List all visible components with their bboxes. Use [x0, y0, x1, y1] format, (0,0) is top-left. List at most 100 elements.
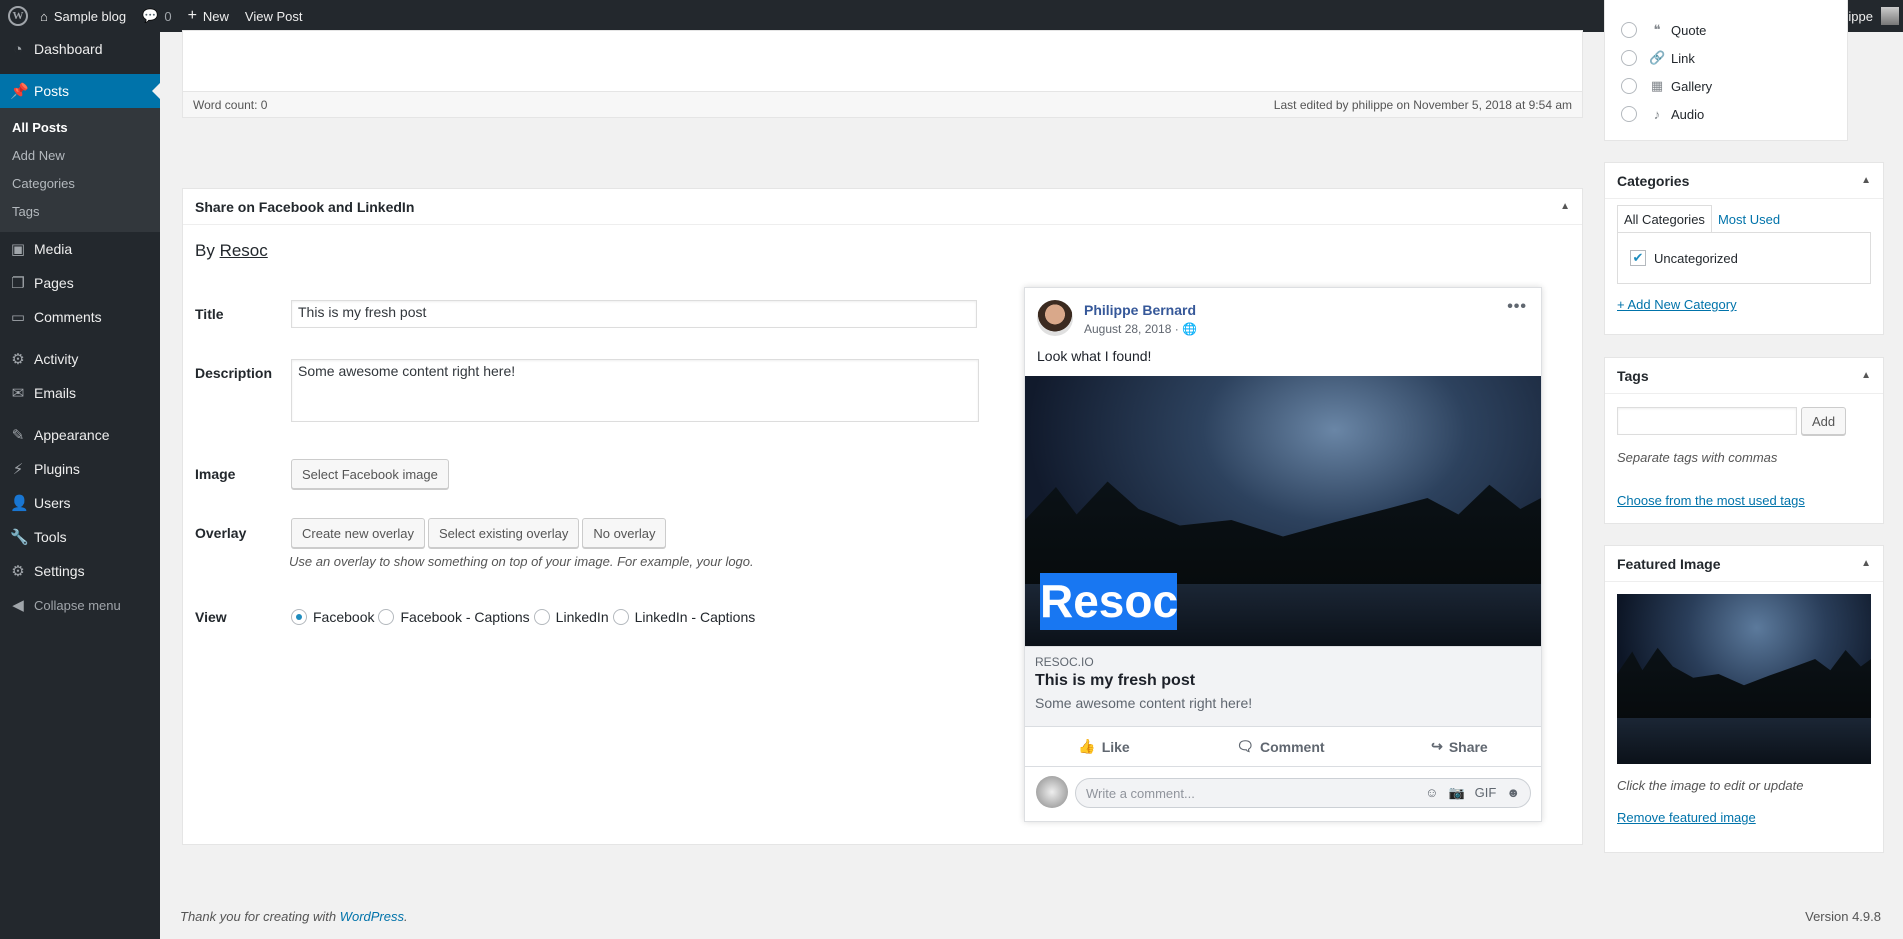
- menu-emails[interactable]: ✉ Emails: [0, 376, 160, 410]
- menu-activity[interactable]: ⚙ Activity: [0, 342, 160, 376]
- tags-input[interactable]: [1617, 407, 1797, 435]
- link-description: Some awesome content right here!: [1035, 695, 1253, 711]
- new-content-link[interactable]: + New: [180, 0, 237, 32]
- word-count: Word count: 0: [193, 97, 268, 112]
- format-quote[interactable]: ❝ Quote: [1621, 22, 1706, 38]
- comment-input[interactable]: Write a comment... ☺ 📷 GIF ☻: [1075, 778, 1531, 808]
- audio-icon: ♪: [1653, 106, 1661, 122]
- uncategorized-checkbox[interactable]: ✔: [1630, 250, 1646, 266]
- add-new-category-link[interactable]: + Add New Category: [1617, 297, 1737, 312]
- resoc-link[interactable]: Resoc: [220, 241, 268, 260]
- format-link[interactable]: 🔗 Link: [1621, 50, 1695, 66]
- format-radio-link[interactable]: [1621, 50, 1637, 66]
- choose-tags-link[interactable]: Choose from the most used tags: [1617, 493, 1805, 508]
- submenu-tags[interactable]: Tags: [0, 198, 160, 226]
- user-avatar[interactable]: [1881, 7, 1899, 25]
- activity-icon: ⚙: [11, 351, 25, 368]
- menu-dashboard[interactable]: ◔ Dashboard: [0, 32, 160, 66]
- select-facebook-image-button[interactable]: Select Facebook image: [291, 459, 449, 489]
- comment-button[interactable]: 🗨 Comment: [1236, 738, 1324, 755]
- view-radio-linkedin[interactable]: [533, 609, 550, 625]
- submenu-add-new[interactable]: Add New: [0, 142, 160, 170]
- collapse-menu-button[interactable]: ◀ Collapse menu: [0, 588, 160, 622]
- featured-image-box: Featured Image ▲ Click the image to edit …: [1604, 545, 1884, 853]
- format-radio-quote[interactable]: [1621, 22, 1637, 38]
- tags-hint: Separate tags with commas: [1617, 450, 1778, 465]
- settings-icon: ⚙: [11, 563, 25, 580]
- format-radio-gallery[interactable]: [1621, 78, 1637, 94]
- title-row: Title This is my fresh post: [195, 300, 977, 328]
- share-metabox-header[interactable]: Share on Facebook and LinkedIn ▲: [183, 189, 1582, 225]
- quote-icon: ❝: [1653, 22, 1661, 37]
- format-audio[interactable]: ♪ Audio: [1621, 106, 1704, 122]
- view-radio-facebook-captions[interactable]: [378, 609, 395, 625]
- collapse-toggle-icon[interactable]: ▲: [1861, 175, 1871, 186]
- camera-icon[interactable]: 📷: [1448, 785, 1464, 801]
- media-icon: ▣: [10, 241, 26, 258]
- editor-status-bar: Word count: 0 Last edited by philippe on…: [183, 91, 1582, 117]
- view-radio-facebook[interactable]: [291, 609, 307, 625]
- submenu-all-posts[interactable]: All Posts: [0, 114, 160, 142]
- submenu-categories[interactable]: Categories: [0, 170, 160, 198]
- thumbs-up-icon: 👍: [1078, 738, 1096, 754]
- format-gallery[interactable]: ▦ Gallery: [1621, 78, 1712, 94]
- select-existing-overlay-button[interactable]: Select existing overlay: [428, 518, 580, 548]
- featured-image-thumbnail[interactable]: [1617, 594, 1871, 764]
- pages-icon: ❐: [11, 275, 25, 292]
- image-row: Image Select Facebook image: [195, 459, 452, 489]
- format-radio-audio[interactable]: [1621, 106, 1637, 122]
- link-site: RESOC.IO: [1035, 655, 1094, 669]
- menu-posts[interactable]: 📌 Posts: [0, 74, 160, 108]
- menu-appearance[interactable]: ✎ Appearance: [0, 418, 160, 452]
- collapse-toggle-icon[interactable]: ▲: [1560, 201, 1570, 212]
- link-preview[interactable]: RESOC.IO This is my fresh post Some awes…: [1025, 646, 1541, 726]
- tab-all-categories[interactable]: All Categories: [1617, 205, 1712, 233]
- menu-pages[interactable]: ❐ Pages: [0, 266, 160, 300]
- paintbrush-icon: ✎: [11, 427, 25, 444]
- remove-featured-image-link[interactable]: Remove featured image: [1617, 810, 1756, 825]
- title-input[interactable]: This is my fresh post: [291, 300, 977, 328]
- collapse-arrow-icon: ◀: [12, 597, 24, 614]
- menu-media[interactable]: ▣ Media: [0, 232, 160, 266]
- collapse-toggle-icon[interactable]: ▲: [1861, 370, 1871, 381]
- comments-icon: ▭: [10, 309, 26, 326]
- post-actions: 👍 Like 🗨 Comment ↪ Share: [1025, 726, 1541, 767]
- post-message: Look what I found!: [1037, 348, 1152, 364]
- no-overlay-button[interactable]: No overlay: [582, 518, 667, 548]
- view-post-link[interactable]: View Post: [237, 0, 311, 32]
- comments-link[interactable]: 💬 0: [134, 0, 179, 32]
- menu-comments[interactable]: ▭ Comments: [0, 300, 160, 334]
- tab-most-used[interactable]: Most Used: [1712, 205, 1786, 233]
- sticker-icon[interactable]: ☻: [1506, 785, 1520, 801]
- wordpress-logo-icon[interactable]: W: [8, 6, 28, 26]
- comment-bubble-icon: 💬: [142, 8, 159, 23]
- forest-silhouette: [1025, 481, 1541, 586]
- view-radio-linkedin-captions[interactable]: [612, 609, 629, 625]
- categories-header[interactable]: Categories ▲: [1605, 163, 1883, 199]
- forest-silhouette: [1617, 647, 1871, 719]
- commenter-avatar: [1036, 776, 1068, 808]
- site-name-link[interactable]: ⌂ Sample blog: [32, 0, 134, 32]
- emoji-icon[interactable]: ☺: [1425, 785, 1438, 801]
- collapse-toggle-icon[interactable]: ▲: [1861, 558, 1871, 569]
- view-row: View Facebook Facebook - Captions Linked…: [195, 609, 756, 625]
- like-button[interactable]: 👍 Like: [1078, 738, 1129, 755]
- pin-icon: 📌: [10, 83, 29, 100]
- menu-settings[interactable]: ⚙ Settings: [0, 554, 160, 588]
- editor-area[interactable]: Word count: 0 Last edited by philippe on…: [182, 30, 1583, 118]
- menu-users[interactable]: 👤 Users: [0, 486, 160, 520]
- description-textarea[interactable]: Some awesome content right here!: [291, 359, 979, 422]
- more-options-icon[interactable]: •••: [1507, 298, 1527, 316]
- tags-header[interactable]: Tags ▲: [1605, 358, 1883, 394]
- wordpress-link[interactable]: WordPress: [340, 909, 404, 924]
- create-overlay-button[interactable]: Create new overlay: [291, 518, 425, 548]
- gallery-icon: ▦: [1650, 78, 1664, 93]
- featured-image-header[interactable]: Featured Image ▲: [1605, 546, 1883, 582]
- menu-plugins[interactable]: ⚡ Plugins: [0, 452, 160, 486]
- share-button[interactable]: ↪ Share: [1431, 738, 1488, 755]
- menu-tools[interactable]: 🔧 Tools: [0, 520, 160, 554]
- author-name[interactable]: Philippe Bernard: [1084, 302, 1196, 318]
- add-tag-button[interactable]: Add: [1801, 407, 1847, 435]
- gif-icon[interactable]: GIF: [1475, 785, 1497, 801]
- link-icon: 🔗: [1649, 50, 1666, 65]
